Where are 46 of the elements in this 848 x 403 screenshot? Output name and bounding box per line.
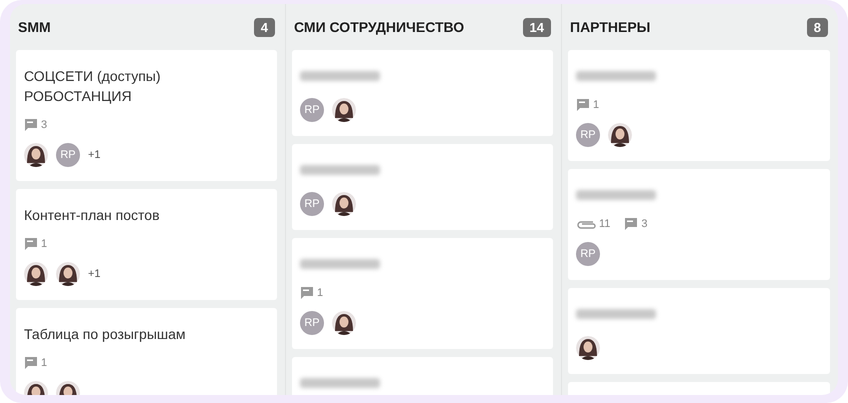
task-card[interactable]: RP xyxy=(292,50,553,136)
badge-count: 11 xyxy=(599,218,610,230)
more-members: +1 xyxy=(88,149,101,161)
avatar[interactable]: RP xyxy=(56,143,80,167)
card-count: 4 xyxy=(254,18,275,36)
card-count: 8 xyxy=(806,18,828,36)
task-card[interactable]: Контент-план постов 1 +1 xyxy=(16,189,277,300)
badge-count: 3 xyxy=(641,218,648,230)
badge-count: 1 xyxy=(593,98,600,110)
avatar[interactable]: RP xyxy=(576,123,600,147)
task-card[interactable]: 1 RP xyxy=(568,50,830,161)
badge-count: 1 xyxy=(41,238,48,250)
task-card[interactable]: СОЦСЕТИ (доступы) РОБОСТАНЦИЯ 3 RP +1 xyxy=(16,50,277,181)
avatar[interactable] xyxy=(576,336,600,360)
column-title: СМИ СОТРУДНИЧЕСТВО xyxy=(294,19,464,35)
avatar[interactable]: RP xyxy=(576,242,600,266)
avatar[interactable]: RP xyxy=(300,311,324,335)
more-members: +1 xyxy=(88,268,101,280)
card-title: СОЦСЕТИ (доступы) РОБОСТАНЦИЯ xyxy=(24,67,162,106)
column-title: ПАРТНЕРЫ xyxy=(570,19,650,35)
badge-count: 1 xyxy=(41,356,48,368)
avatar[interactable] xyxy=(56,262,80,286)
card-count: 14 xyxy=(522,18,551,36)
task-card[interactable]: Таблица по розыгрышам 1 xyxy=(16,308,277,395)
comment-icon xyxy=(24,356,38,369)
comment-icon xyxy=(576,98,590,111)
comment-icon xyxy=(300,286,314,299)
avatar[interactable] xyxy=(332,98,356,122)
task-card[interactable]: RP xyxy=(292,144,553,230)
avatar[interactable] xyxy=(24,143,48,167)
badge-count: 1 xyxy=(317,286,324,298)
avatar[interactable]: RP xyxy=(300,192,324,216)
comment-icon xyxy=(24,237,38,250)
badge-count: 3 xyxy=(41,118,48,130)
avatar[interactable] xyxy=(608,123,632,147)
avatar[interactable] xyxy=(332,311,356,335)
avatar[interactable] xyxy=(332,192,356,216)
avatar[interactable] xyxy=(24,262,48,286)
comment-icon xyxy=(624,217,638,230)
column-title: SMM xyxy=(18,19,51,35)
task-card[interactable]: 11 3 RP xyxy=(568,169,830,280)
card-title: Таблица по розыгрышам xyxy=(24,325,187,344)
comment-icon xyxy=(24,118,38,131)
avatar[interactable]: RP xyxy=(300,98,324,122)
card-title: Контент-план постов xyxy=(24,206,161,225)
task-card[interactable]: 1 RP xyxy=(292,238,553,349)
